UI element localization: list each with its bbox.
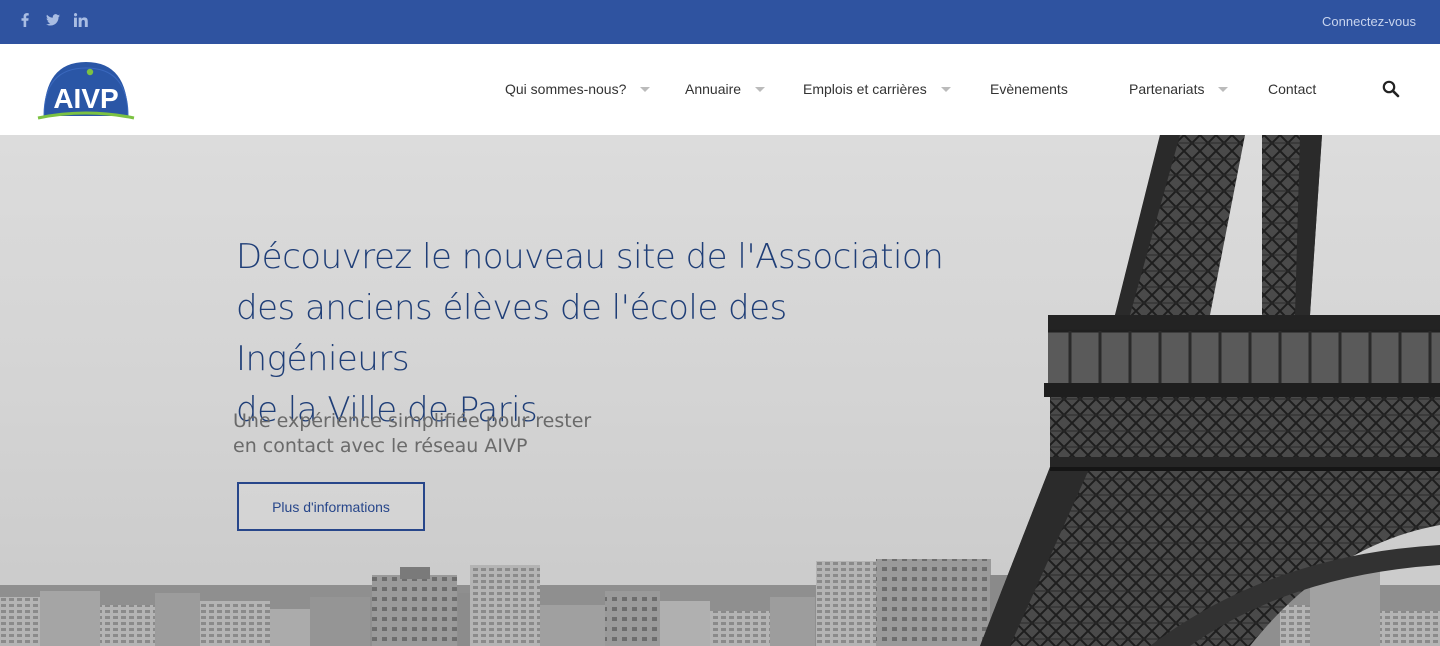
login-link[interactable]: Connectez-vous (1322, 14, 1416, 29)
chevron-down-icon (1218, 86, 1229, 92)
nav-label: Partenariats (1129, 81, 1205, 97)
main-nav: Qui sommes-nous? Annuaire Emplois et car… (0, 44, 1440, 135)
nav-label: Qui sommes-nous? (505, 81, 627, 97)
nav-item-qui-sommes-nous[interactable]: Qui sommes-nous? (505, 81, 651, 97)
chevron-down-icon (940, 86, 951, 92)
nav-item-emplois[interactable]: Emplois et carrières (803, 81, 951, 97)
chevron-down-icon (640, 86, 651, 92)
hero-title-line: Découvrez le nouveau site de l'Associati… (236, 237, 944, 277)
nav-item-contact[interactable]: Contact (1268, 81, 1316, 97)
social-links (18, 12, 88, 28)
search-icon[interactable] (1382, 80, 1400, 98)
eiffel-tower (980, 135, 1440, 646)
main-header: AIVP Qui sommes-nous? Annuaire Emplois e… (0, 44, 1440, 135)
facebook-icon[interactable] (18, 12, 32, 28)
hero-banner: Découvrez le nouveau site de l'Associati… (0, 135, 1440, 646)
nav-label: Emplois et carrières (803, 81, 927, 97)
hero-subtitle-line: en contact avec le réseau AIVP (233, 435, 528, 457)
chevron-down-icon (755, 86, 766, 92)
top-bar: Connectez-vous (0, 0, 1440, 44)
nav-label: Contact (1268, 81, 1317, 97)
more-info-button[interactable]: Plus d'informations (237, 482, 425, 531)
nav-label: Annuaire (685, 81, 742, 97)
nav-item-partenariats[interactable]: Partenariats (1129, 81, 1229, 97)
hero-subtitle: Une expérience simplifiée pour rester en… (233, 409, 653, 459)
hero-title-line: des anciens élèves de l'école des Ingéni… (236, 288, 787, 379)
nav-label: Evènements (990, 81, 1068, 97)
twitter-icon[interactable] (46, 12, 60, 28)
nav-item-evenements[interactable]: Evènements (990, 81, 1068, 97)
linkedin-icon[interactable] (74, 12, 88, 28)
hero-title: Découvrez le nouveau site de l'Associati… (236, 232, 956, 436)
nav-item-annuaire[interactable]: Annuaire (685, 81, 766, 97)
hero-subtitle-line: Une expérience simplifiée pour rester (233, 410, 592, 432)
